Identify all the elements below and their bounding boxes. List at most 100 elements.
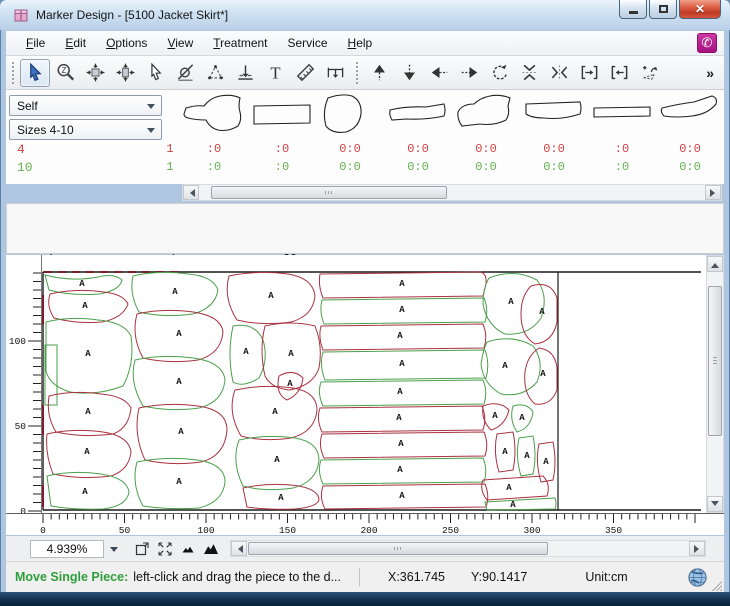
menu-help[interactable]: Help xyxy=(338,32,383,54)
bump-right-icon xyxy=(580,63,599,82)
piece-size-label: A xyxy=(543,457,549,467)
piece-size-label: A xyxy=(502,447,508,457)
piece-count-green: :0 xyxy=(615,160,629,174)
align-piece-button[interactable] xyxy=(200,59,230,87)
piece-size-label: A xyxy=(510,500,516,510)
collapse-v-button[interactable] xyxy=(514,59,544,87)
piece-thumbnail-8[interactable] xyxy=(658,92,722,140)
piece-size-label: A xyxy=(176,329,182,339)
marker-canvas[interactable]: AAAAAAAAAAAAAAAAAAAAAAAAAAAAAAAAAAAAAA xyxy=(42,255,702,513)
bump-right-button[interactable] xyxy=(574,59,604,87)
piece-size-label: A xyxy=(508,297,514,307)
ruler-tool-icon xyxy=(296,63,315,82)
marker-piece[interactable] xyxy=(320,324,486,350)
scrollbar-track[interactable] xyxy=(707,272,723,496)
piece-count-green: 0:0 xyxy=(475,160,497,174)
piece-count-red: 0:0 xyxy=(475,142,497,156)
measure-span-button[interactable] xyxy=(320,59,350,87)
piece-size-label: A xyxy=(172,287,178,297)
menu-treatment[interactable]: Treatment xyxy=(203,32,277,54)
restore-button[interactable] xyxy=(649,0,677,19)
move-right-button[interactable] xyxy=(454,59,484,87)
marker-piece[interactable] xyxy=(481,339,540,395)
close-button[interactable]: ✕ xyxy=(679,0,721,19)
fine-rotate-button[interactable] xyxy=(634,59,664,87)
pieces-small-icon[interactable] xyxy=(176,538,199,559)
spread-h-button[interactable] xyxy=(80,59,110,87)
ruler-tool-button[interactable] xyxy=(290,59,320,87)
scroll-right-button[interactable] xyxy=(705,185,721,200)
scroll-up-button[interactable] xyxy=(707,256,723,272)
scrollbar-thumb[interactable] xyxy=(211,186,447,199)
canvas-vertical-scrollbar[interactable] xyxy=(706,255,724,513)
fabric-combobox[interactable]: Self xyxy=(9,95,162,116)
piece-thumbnail-7[interactable] xyxy=(590,92,654,140)
piece-thumbnail-5[interactable] xyxy=(454,92,518,140)
scroll-right-button[interactable] xyxy=(689,541,705,556)
zoom-dropdown-arrow[interactable] xyxy=(110,547,118,556)
menu-edit[interactable]: Edit xyxy=(55,32,96,54)
scroll-left-button[interactable] xyxy=(231,541,247,556)
app-window: Marker Design - [5100 Jacket Skirt*] ✕ F… xyxy=(0,0,730,606)
piece-thumbnail-3[interactable] xyxy=(318,92,382,140)
arrow-left-icon xyxy=(234,545,243,553)
piece-count-red: :0 xyxy=(615,142,629,156)
h-ruler-label: 50 xyxy=(119,525,131,535)
menu-file[interactable]: File xyxy=(16,32,55,54)
scrollbar-track[interactable] xyxy=(199,185,705,200)
globe-icon[interactable] xyxy=(687,567,708,588)
marker-piece[interactable] xyxy=(49,290,128,322)
collapse-h-button[interactable] xyxy=(544,59,574,87)
toolbar-overflow-button[interactable]: » xyxy=(706,65,714,81)
piece-thumbnail-2[interactable] xyxy=(250,92,314,140)
fabric-value: Self xyxy=(17,99,38,113)
text-tool-icon: T xyxy=(266,63,285,82)
menu-service[interactable]: Service xyxy=(278,32,338,54)
piece-thumbnail-1[interactable] xyxy=(182,92,246,140)
menu-view[interactable]: View xyxy=(157,32,203,54)
zoom-level-combobox[interactable]: 4.939% xyxy=(30,540,104,558)
piece-size-label: A xyxy=(397,387,403,397)
move-down-button[interactable] xyxy=(394,59,424,87)
scrollbar-track[interactable] xyxy=(247,541,689,556)
move-up-button[interactable] xyxy=(364,59,394,87)
move-left-icon xyxy=(430,63,449,82)
piece-size-label: A xyxy=(397,465,403,475)
toolbar-grip[interactable] xyxy=(356,62,358,84)
scrollbar-thumb[interactable] xyxy=(248,542,548,555)
zoom-level-value: 4.939% xyxy=(47,542,88,556)
piece-size-label: A xyxy=(506,483,512,493)
piece-thumbnail-4[interactable] xyxy=(386,92,450,140)
rotate-ccw-button[interactable] xyxy=(484,59,514,87)
canvas-horizontal-scrollbar[interactable] xyxy=(230,540,706,557)
spread-h-icon xyxy=(86,63,105,82)
spread-v-button[interactable] xyxy=(110,59,140,87)
piece-strip-scrollbar[interactable] xyxy=(182,184,722,201)
fit-window-icon[interactable] xyxy=(153,538,176,559)
piece-thumbnail-6[interactable] xyxy=(522,92,586,140)
sizes-combobox[interactable]: Sizes 4-10 xyxy=(9,119,162,140)
pieces-large-icon[interactable] xyxy=(199,538,222,559)
remote-support-phone-icon[interactable]: ✆ xyxy=(697,33,717,53)
toolbar-grip[interactable] xyxy=(12,62,14,84)
cursor-x-readout: X:361.745 xyxy=(388,570,445,584)
scrollbar-thumb[interactable] xyxy=(708,286,722,436)
move-left-button[interactable] xyxy=(424,59,454,87)
scroll-down-button[interactable] xyxy=(707,496,723,512)
zoom-z-button[interactable]: Z xyxy=(50,59,80,87)
menu-options[interactable]: Options xyxy=(96,32,157,54)
rotate-piece-button[interactable] xyxy=(170,59,200,87)
view-icon-group xyxy=(130,538,222,559)
scroll-left-button[interactable] xyxy=(183,185,199,200)
drop-piece-button[interactable] xyxy=(230,59,260,87)
toolbar: Z T » xyxy=(6,56,724,90)
marker-piece[interactable] xyxy=(482,476,549,500)
pick-arrow-button[interactable] xyxy=(140,59,170,87)
resize-grip[interactable] xyxy=(712,581,722,591)
plot-area-icon[interactable] xyxy=(130,538,153,559)
minimize-button[interactable] xyxy=(619,0,647,19)
bump-left-button[interactable] xyxy=(604,59,634,87)
piece-size-label: A xyxy=(399,305,405,315)
select-pointer-button[interactable] xyxy=(20,59,50,87)
text-tool-button[interactable]: T xyxy=(260,59,290,87)
